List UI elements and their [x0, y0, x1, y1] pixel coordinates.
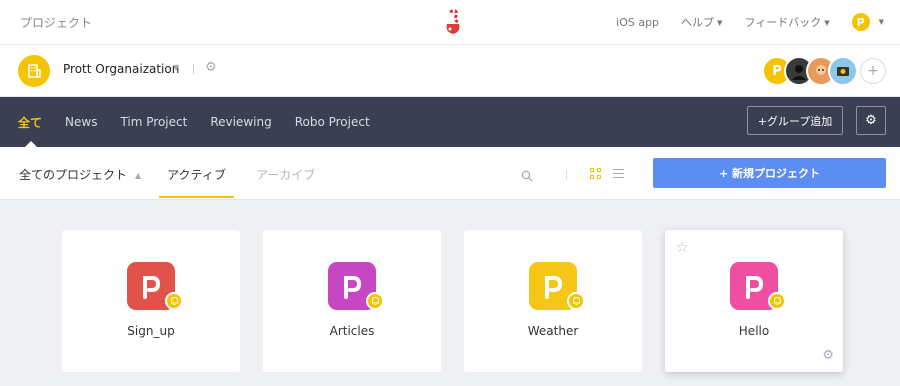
project-card[interactable]: Articles [263, 230, 441, 372]
grid-view-icon[interactable] [590, 168, 601, 179]
help-label: ヘルプ [681, 16, 715, 29]
filter-bar: 全てのプロジェクト ▲ アクティブ アーカイブ + 新規プロジェクト [0, 147, 900, 200]
project-name: Weather [527, 324, 579, 338]
brand-label[interactable]: プロジェクト [20, 14, 92, 31]
top-bar: プロジェクト iOS app ヘルプ ▼ フィードバック ▼ P ▼ [0, 0, 900, 45]
active-tab-underline [159, 196, 234, 198]
all-projects-label: 全てのプロジェクト [19, 168, 128, 182]
ios-app-link[interactable]: iOS app [616, 16, 659, 29]
top-links: iOS app ヘルプ ▼ フィードバック ▼ P ▼ [616, 0, 884, 44]
member-avatar[interactable] [828, 56, 858, 86]
add-member-button[interactable]: + [860, 58, 886, 84]
notification-bell-icon [768, 292, 786, 310]
user-menu[interactable]: P ▼ [851, 13, 884, 31]
project-card[interactable]: Sign_up [62, 230, 240, 372]
project-card[interactable]: Weather [464, 230, 642, 372]
search-icon[interactable] [521, 170, 533, 182]
add-group-button[interactable]: +グループ追加 [747, 106, 843, 135]
group-tab-all[interactable]: 全て [18, 114, 42, 131]
favorite-star-icon[interactable]: ☆ [676, 240, 689, 256]
organization-icon[interactable] [18, 55, 50, 87]
user-avatar: P [851, 13, 870, 31]
help-menu[interactable]: ヘルプ ▼ [681, 14, 722, 30]
organization-bar: Prott Organaization ▼ ⚙ P + [0, 45, 900, 97]
group-tab-robo-project[interactable]: Robo Project [295, 115, 370, 129]
group-tab-news[interactable]: News [65, 115, 97, 129]
divider [566, 170, 567, 180]
project-name: Sign_up [127, 324, 175, 338]
ios-app-label: iOS app [616, 15, 660, 29]
notification-bell-icon [567, 292, 585, 310]
project-settings-gear-icon[interactable]: ⚙ [822, 348, 834, 363]
member-avatar-letter: P [772, 63, 782, 79]
prott-logo-icon[interactable] [442, 8, 466, 36]
prott-p-icon [746, 276, 764, 299]
caret-down-icon: ▼ [878, 18, 884, 26]
caret-up-icon: ▲ [135, 171, 142, 180]
member-avatars: P + [762, 56, 886, 86]
notification-bell-icon [165, 292, 183, 310]
prott-p-icon [143, 276, 161, 299]
caret-down-icon: ▼ [824, 19, 830, 27]
new-project-button[interactable]: + 新規プロジェクト [653, 158, 886, 188]
organization-name[interactable]: Prott Organaization [63, 62, 179, 76]
notification-bell-icon [366, 292, 384, 310]
group-tab-tim-project[interactable]: Tim Project [120, 115, 187, 129]
caret-down-icon: ▼ [717, 19, 723, 27]
gear-icon: ⚙ [865, 113, 877, 128]
group-settings-button[interactable]: ⚙ [856, 106, 886, 135]
camera-icon [837, 67, 849, 76]
prott-p-icon [344, 276, 362, 299]
group-nav: 全て News Tim Project Reviewing Robo Proje… [0, 97, 900, 147]
list-view-icon[interactable] [613, 169, 624, 181]
group-tabs: 全て News Tim Project Reviewing Robo Proje… [18, 97, 370, 147]
tab-active[interactable]: アクティブ [159, 166, 234, 183]
all-projects-dropdown[interactable]: 全てのプロジェクト ▲ [19, 166, 141, 183]
tab-archive[interactable]: アーカイブ [256, 166, 315, 183]
feedback-label: フィードバック [744, 16, 822, 29]
prott-p-icon [545, 276, 563, 299]
feedback-menu[interactable]: フィードバック ▼ [744, 14, 829, 30]
project-card[interactable]: ☆ Hello ⚙ [665, 230, 843, 372]
project-name: Hello [738, 324, 770, 338]
building-icon [28, 64, 41, 78]
divider [193, 64, 194, 74]
organization-settings-gear-icon[interactable]: ⚙ [205, 60, 217, 75]
project-name: Articles [329, 324, 375, 338]
organization-caret-icon[interactable]: ▼ [173, 63, 179, 72]
group-tab-reviewing[interactable]: Reviewing [210, 115, 271, 129]
